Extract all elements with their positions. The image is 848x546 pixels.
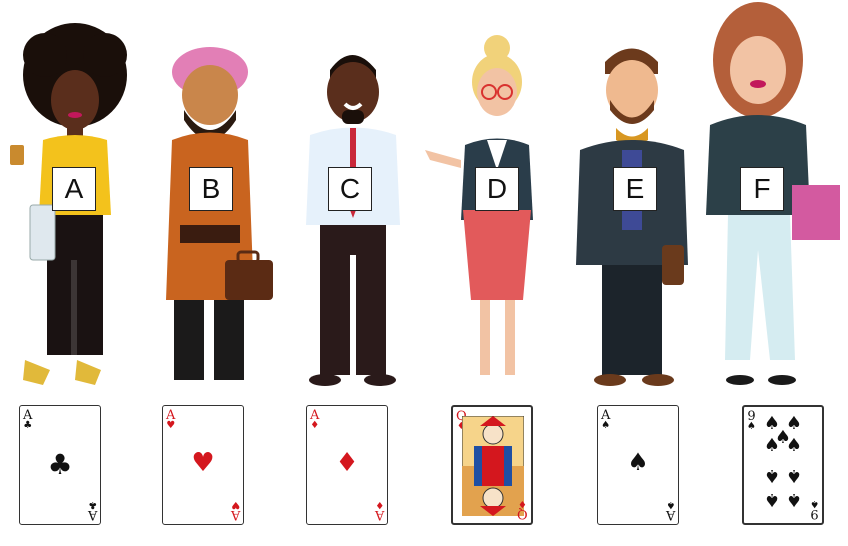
card-a-suit-bottom: ♣	[87, 499, 97, 510]
person-a: A	[5, 0, 145, 395]
card-f-pip-5: ♠	[774, 427, 792, 448]
card-e: A ♠ ♠ A ♠	[597, 405, 679, 525]
card-c-center-pip: ♦	[335, 448, 359, 478]
label-d: D	[475, 167, 519, 211]
card-f-suit-bottom: ♠	[810, 498, 819, 509]
card-b: A ♥ ♥ A ♥	[162, 405, 244, 525]
card-d-suit-bottom: ♦	[518, 498, 528, 509]
person-c: C	[290, 0, 430, 395]
label-f: F	[740, 167, 784, 211]
label-b: B	[189, 167, 233, 211]
card-b-center-pip: ♥	[191, 448, 215, 478]
card-f: 9 ♠ ♠ ♠ ♠ ♠ ♠ ♠ ♠ ♠ ♠ 9 ♠	[742, 405, 824, 525]
queen-face-illustration	[462, 416, 524, 516]
card-c: A ♦ ♦ A ♦	[306, 405, 388, 525]
card-c-suit: ♦	[310, 420, 320, 431]
card-a-center-pip: ♣	[47, 448, 73, 481]
card-e-suit-bottom: ♠	[665, 499, 675, 510]
card-a: A ♣ ♣ A ♣	[19, 405, 101, 525]
card-f-pip-7: ♠	[785, 465, 803, 486]
card-b-suit: ♥	[166, 420, 176, 431]
card-e-suit: ♠	[601, 420, 611, 431]
label-e: E	[613, 167, 657, 211]
person-e: E	[570, 0, 710, 395]
person-d: D	[425, 0, 565, 395]
card-c-suit-bottom: ♦	[374, 499, 384, 510]
person-b: B	[150, 0, 290, 395]
card-b-suit-bottom: ♥	[230, 499, 240, 510]
label-a: A	[52, 167, 96, 211]
person-f: F	[700, 0, 840, 395]
card-d: Q ♦ Q ♦	[451, 405, 533, 525]
card-e-center-pip: ♠	[627, 448, 649, 476]
card-a-suit: ♣	[23, 420, 33, 431]
label-c: C	[328, 167, 372, 211]
